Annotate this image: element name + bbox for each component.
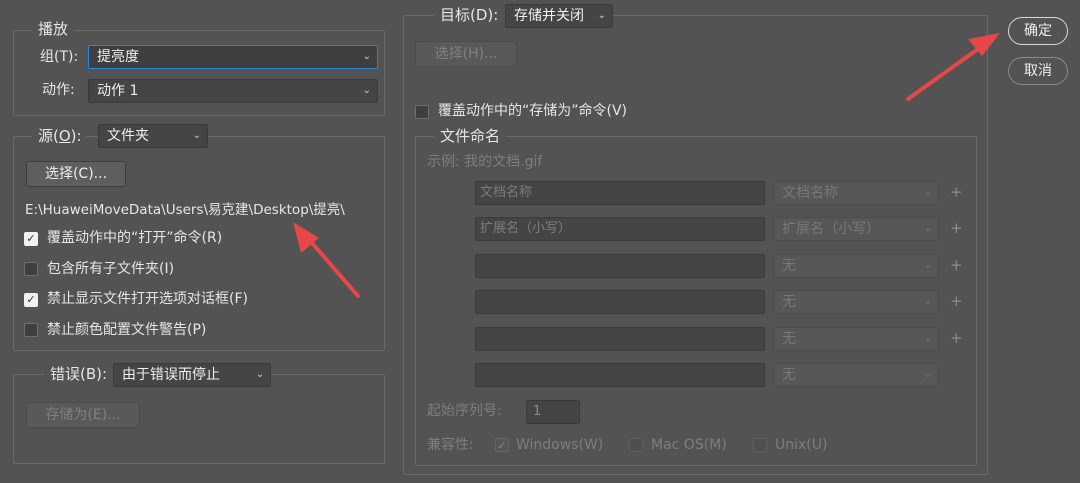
add-row-icon[interactable]: + (950, 256, 963, 274)
naming-select-5[interactable]: 无 ⌄ (773, 327, 939, 351)
override-open-checkbox[interactable]: ✓ (24, 232, 38, 246)
chevron-down-icon: ⌄ (923, 187, 932, 198)
source-path: E:\HuaweiMoveData\Users\易克建\Desktop\提亮\ (25, 202, 345, 218)
cancel-button[interactable]: 取消 (1008, 57, 1068, 85)
action-select-value: 动作 1 (97, 83, 139, 99)
group-label: 组(T): (40, 49, 79, 65)
naming-select-1[interactable]: 文档名称 ⌄ (773, 181, 939, 205)
errors-label: 错误(B): (44, 365, 114, 383)
compat-unix-label[interactable]: Unix(U) (775, 435, 827, 455)
target-label: 目标(D): (434, 6, 505, 24)
chevron-down-icon: ⌄ (362, 51, 371, 62)
suppress-open-dialog-label[interactable]: 禁止显示文件打开选项对话框(F) (47, 289, 248, 309)
naming-select-3[interactable]: 无 ⌄ (773, 254, 939, 278)
include-subfolders-checkbox[interactable] (24, 262, 38, 276)
compat-unix-checkbox[interactable] (753, 438, 767, 452)
add-row-icon[interactable]: + (950, 219, 963, 237)
chevron-down-icon: ⌄ (923, 260, 932, 271)
source-select[interactable]: 文件夹 ⌄ (98, 124, 208, 148)
play-group (13, 30, 385, 116)
file-naming-legend: 文件命名 (434, 127, 507, 145)
group-select[interactable]: 提亮度 ⌄ (88, 45, 378, 69)
naming-field-4[interactable] (475, 290, 765, 314)
chevron-down-icon: ⌄ (255, 369, 264, 380)
naming-select-4[interactable]: 无 ⌄ (773, 290, 939, 314)
action-label: 动作: (42, 82, 75, 98)
suppress-open-dialog-checkbox[interactable]: ✓ (24, 293, 38, 307)
chevron-down-icon: ⌄ (923, 369, 932, 380)
target-choose-button[interactable]: 选择(H)... (415, 41, 517, 67)
suppress-color-warning-label[interactable]: 禁止颜色配置文件警告(P) (47, 320, 206, 340)
override-open-label[interactable]: 覆盖动作中的“打开”命令(R) (47, 228, 222, 248)
suppress-color-warning-checkbox[interactable] (24, 323, 38, 337)
chevron-down-icon: ⌄ (362, 85, 371, 96)
serial-label: 起始序列号: (427, 403, 502, 419)
source-label: 源(O): (32, 127, 86, 145)
chevron-down-icon: ⌄ (923, 333, 932, 344)
chevron-down-icon: ⌄ (923, 296, 932, 307)
naming-example: 示例: 我的文档.gif (427, 154, 543, 170)
naming-field-5[interactable] (475, 327, 765, 351)
override-save-as-label[interactable]: 覆盖动作中的“存储为”命令(V) (438, 101, 627, 121)
naming-field-3[interactable] (475, 254, 765, 278)
naming-field-1[interactable]: 文档名称 (475, 181, 765, 205)
errors-select[interactable]: 由于错误而停止 ⌄ (113, 363, 271, 387)
compat-macos-label[interactable]: Mac OS(M) (651, 435, 727, 455)
ok-button[interactable]: 确定 (1008, 17, 1068, 45)
compat-windows-checkbox[interactable]: ✓ (495, 438, 509, 452)
errors-select-value: 由于错误而停止 (122, 367, 220, 383)
naming-select-6[interactable]: 无 ⌄ (773, 363, 939, 387)
add-row-icon[interactable]: + (950, 183, 963, 201)
action-select[interactable]: 动作 1 ⌄ (88, 79, 378, 103)
play-legend: 播放 (32, 20, 75, 38)
include-subfolders-label[interactable]: 包含所有子文件夹(I) (47, 259, 174, 279)
chevron-down-icon: ⌄ (923, 223, 932, 234)
target-select-value: 存储并关闭 (514, 8, 584, 24)
compat-macos-checkbox[interactable] (629, 438, 643, 452)
override-save-as-checkbox[interactable] (415, 105, 429, 119)
source-choose-button[interactable]: 选择(C)... (26, 161, 126, 187)
compat-windows-label[interactable]: Windows(W) (516, 435, 603, 455)
target-select[interactable]: 存储并关闭 ⌄ (505, 4, 613, 28)
add-row-icon[interactable]: + (950, 292, 963, 310)
chevron-down-icon: ⌄ (597, 10, 606, 21)
chevron-down-icon: ⌄ (192, 130, 201, 141)
serial-input[interactable]: 1 (526, 400, 580, 424)
add-row-icon[interactable]: + (950, 329, 963, 347)
source-select-value: 文件夹 (107, 128, 149, 144)
naming-select-2[interactable]: 扩展名（小写） ⌄ (773, 217, 939, 241)
naming-field-2[interactable]: 扩展名（小写） (475, 217, 765, 241)
naming-field-6[interactable] (475, 363, 765, 387)
errors-save-as-button[interactable]: 存储为(E)... (26, 402, 140, 428)
compat-label: 兼容性: (427, 437, 474, 453)
group-select-value: 提亮度 (97, 49, 139, 65)
